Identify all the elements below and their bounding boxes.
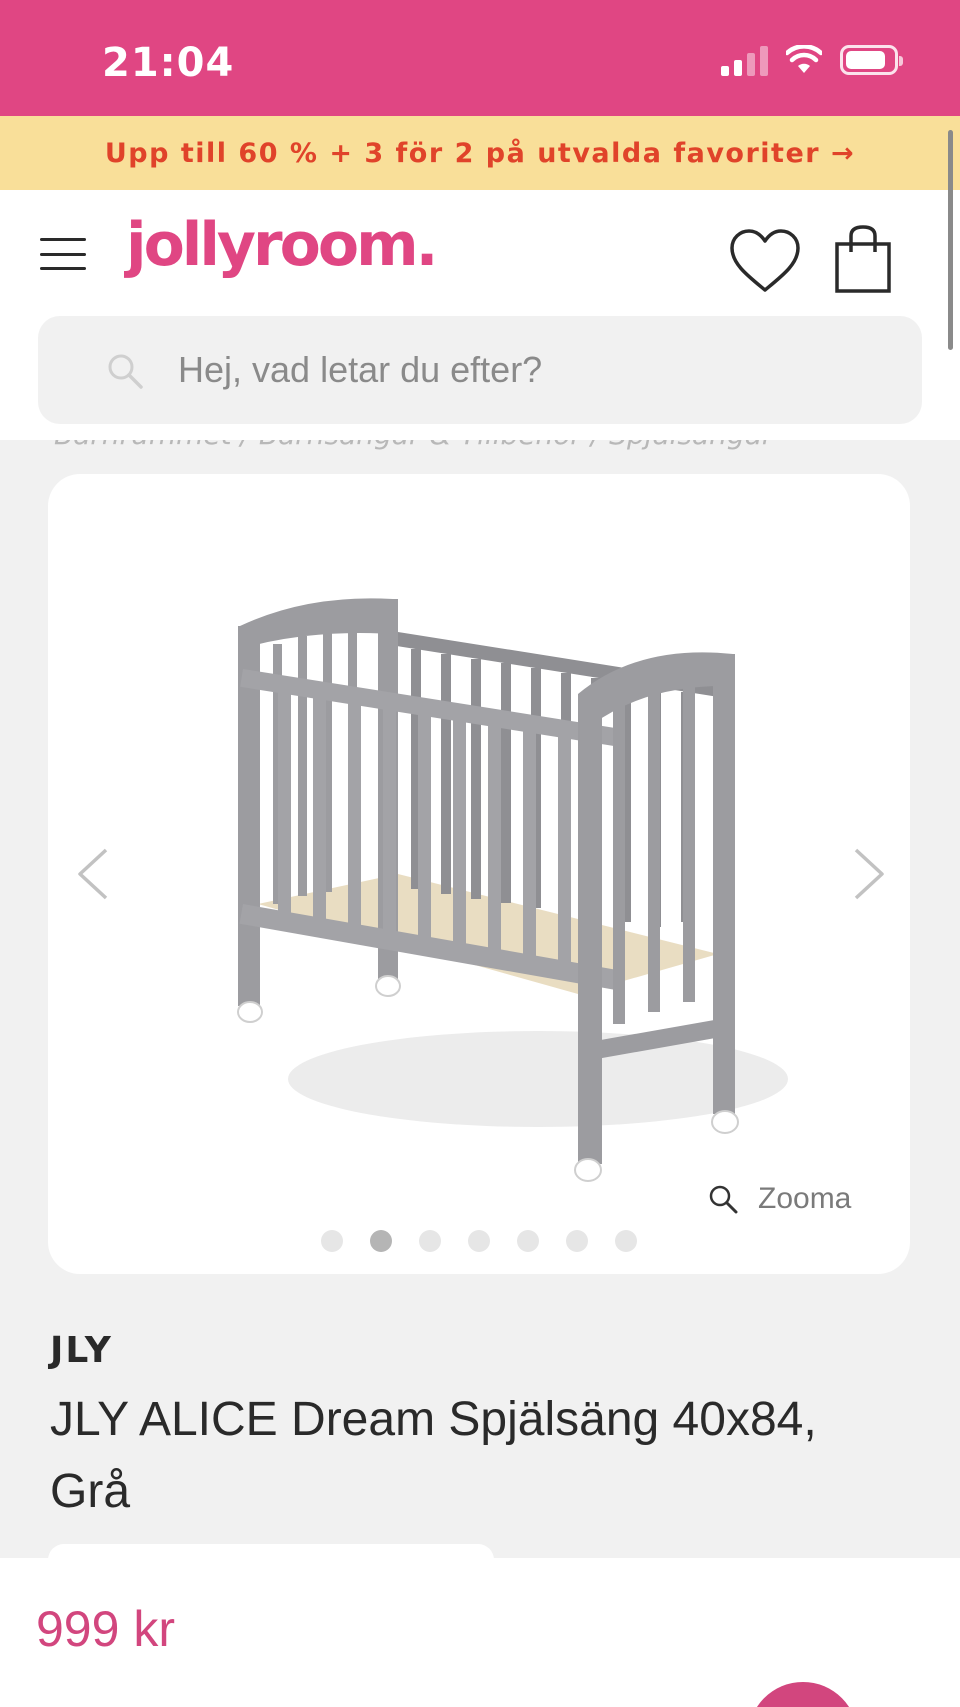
promo-text: Upp till 60 % + 3 för 2 på utvalda favor… [104,137,856,169]
promo-banner[interactable]: Upp till 60 % + 3 för 2 på utvalda favor… [0,116,960,190]
product-image[interactable] [198,574,818,1194]
jollyroom-logo[interactable]: jollyroom. [126,210,438,280]
gallery-dot[interactable] [419,1230,441,1252]
add-to-cart-button[interactable] [748,1682,858,1707]
cellular-signal-icon [721,44,768,76]
zoom-label: Zooma [758,1182,852,1215]
status-icons [721,44,903,76]
shopping-bag-icon[interactable] [834,224,892,294]
magnifier-icon [709,1185,738,1214]
sticky-price-bar: 999 kr [0,1558,960,1707]
gallery-dot[interactable] [517,1230,539,1252]
wifi-icon [786,45,822,73]
gallery-dot[interactable] [321,1230,343,1252]
product-price: 999 kr [36,1601,175,1657]
site-header: jollyroom. [0,190,960,440]
gallery-dot-active[interactable] [370,1230,392,1252]
product-image-gallery[interactable]: Zooma [48,474,910,1274]
chevron-right-icon[interactable] [846,844,892,904]
heart-icon[interactable] [728,228,802,294]
chevron-left-icon[interactable] [70,844,116,904]
gallery-dot[interactable] [566,1230,588,1252]
search-input[interactable] [178,316,878,424]
zoom-button[interactable]: Zooma [708,1182,851,1216]
search-icon [108,354,143,389]
search-bar[interactable] [38,316,922,424]
menu-icon[interactable] [40,238,86,270]
product-brand[interactable]: JLY [50,1330,113,1371]
status-bar: 21:04 [0,0,960,116]
page-scrollbar[interactable] [948,130,953,350]
status-time: 21:04 [102,40,235,86]
gallery-pagination [48,1230,910,1252]
battery-icon [840,45,903,75]
gallery-dot[interactable] [615,1230,637,1252]
gallery-dot[interactable] [468,1230,490,1252]
product-title: JLY ALICE Dream Spjälsäng 40x84, Grå [50,1393,817,1518]
